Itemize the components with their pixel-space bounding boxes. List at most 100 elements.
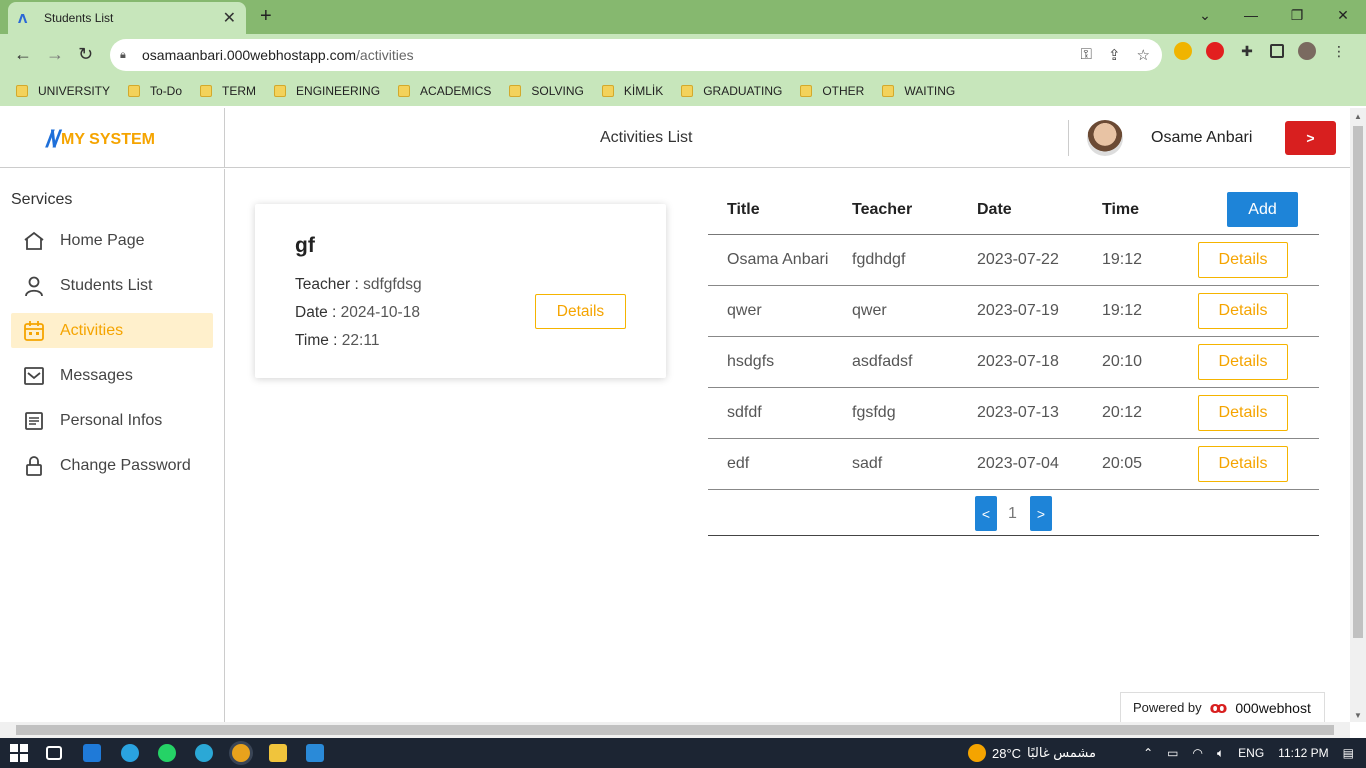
scrollbar-thumb[interactable] — [1353, 126, 1363, 638]
scroll-up-icon[interactable]: ▲ — [1354, 112, 1362, 121]
row-details-button[interactable]: Details — [1198, 242, 1288, 278]
horizontal-scrollbar[interactable] — [0, 722, 1350, 738]
share-icon[interactable]: ⇪ — [1108, 46, 1121, 64]
opera-icon[interactable] — [1206, 42, 1224, 60]
puzzle-icon[interactable]: ✚ — [1238, 42, 1256, 60]
sidebar-item-students[interactable]: Students List — [11, 268, 213, 303]
row-details-button[interactable]: Details — [1198, 293, 1288, 329]
scroll-down-icon[interactable]: ▼ — [1354, 711, 1362, 720]
folder-icon — [601, 85, 614, 97]
next-page-button[interactable]: > — [1030, 496, 1052, 531]
bookmark-folder[interactable]: KİMLİK — [601, 84, 663, 98]
bookmark-folder[interactable]: WAITING — [882, 84, 955, 98]
cell-date: 2023-07-04 — [977, 455, 1059, 472]
bookmark-folder[interactable]: UNIVERSITY — [16, 84, 110, 98]
lock-icon[interactable]: 🔒︎ — [120, 49, 130, 61]
bookmark-star-icon[interactable]: ☆ — [1137, 46, 1150, 64]
edge-icon[interactable] — [195, 744, 213, 762]
close-window-button[interactable]: ✕ — [1320, 0, 1366, 30]
current-page: 1 — [1008, 505, 1017, 522]
folder-icon — [16, 85, 28, 97]
prev-page-button[interactable]: < — [975, 496, 997, 531]
sidebar-item-activities[interactable]: Activities — [11, 313, 213, 348]
minimize-button[interactable]: — — [1228, 0, 1274, 30]
new-tab-button[interactable]: + — [260, 5, 272, 28]
profile-avatar-icon[interactable] — [1298, 42, 1316, 60]
sidebar-item-change-password[interactable]: Change Password — [11, 448, 213, 483]
battery-icon[interactable]: ▭ — [1167, 746, 1178, 760]
table-row: hsdgfs asdfadsf 2023-07-18 20:10 Details — [708, 337, 1319, 388]
bookmark-folder[interactable]: ACADEMICS — [398, 84, 491, 98]
cell-title: edf — [727, 455, 750, 472]
app-logo[interactable]: /\/ MY SYSTEM — [46, 126, 155, 154]
row-details-button[interactable]: Details — [1198, 395, 1288, 431]
menu-icon[interactable]: ⋮ — [1330, 42, 1348, 60]
bookmark-folder[interactable]: TERM — [200, 84, 256, 98]
bookmark-folder[interactable]: GRADUATING — [681, 84, 782, 98]
tab-search-icon[interactable]: ⌄ — [1182, 0, 1228, 30]
logout-button[interactable]: > — [1285, 121, 1336, 155]
task-view-icon[interactable] — [46, 746, 62, 760]
forward-button[interactable]: → — [46, 44, 64, 65]
system-tray: ⌃ ▭ ◠ 🔈︎ ENG 11:12 PM ▤ — [1143, 738, 1354, 768]
sidebar-item-messages[interactable]: Messages — [11, 358, 213, 393]
lock-icon — [23, 455, 45, 477]
whatsapp-icon[interactable] — [158, 744, 176, 762]
tab-title: Students List — [44, 11, 114, 25]
powered-by-badge[interactable]: Powered by ꝏ 000webhost — [1120, 692, 1325, 722]
wifi-icon[interactable]: ◠ — [1192, 746, 1202, 760]
scrollbar-thumb[interactable] — [16, 725, 1334, 735]
cell-teacher: fgdhdgf — [852, 251, 906, 268]
column-header-date: Date — [977, 201, 1012, 218]
card-details-button[interactable]: Details — [535, 294, 626, 329]
bookmark-folder[interactable]: To-Do — [128, 84, 182, 98]
file-explorer-icon[interactable] — [269, 744, 287, 762]
vscode-icon[interactable] — [306, 744, 324, 762]
extension-icon[interactable] — [1174, 42, 1192, 60]
folder-icon — [800, 85, 813, 97]
column-header-teacher: Teacher — [852, 201, 913, 218]
address-bar[interactable]: 🔒︎ osamaanbari.000webhostapp.com /activi… — [110, 39, 1162, 71]
add-button[interactable]: Add — [1227, 192, 1298, 227]
table-header: Title Teacher Date Time Add — [708, 188, 1319, 235]
reload-button[interactable]: ↻ — [78, 44, 93, 65]
windows-start-icon[interactable] — [10, 744, 28, 762]
activities-table: Title Teacher Date Time Add Osama Anbari… — [708, 188, 1319, 536]
powered-by-brand: 000webhost — [1235, 699, 1311, 716]
cell-title: hsdgfs — [727, 353, 775, 370]
telegram-icon[interactable] — [121, 744, 139, 762]
cell-teacher: fgsfdg — [852, 404, 896, 421]
row-details-button[interactable]: Details — [1198, 446, 1288, 482]
language-indicator[interactable]: ENG — [1238, 746, 1264, 760]
mail-app-icon[interactable] — [83, 744, 101, 762]
browser-tab-bar: ᐱ Students List ✕ + ⌄ — ❐ ✕ — [0, 0, 1366, 34]
clock[interactable]: 11:12 PM — [1278, 746, 1328, 760]
bookmark-folder[interactable]: OTHER — [800, 84, 864, 98]
vertical-scrollbar[interactable]: ▲ ▼ — [1350, 108, 1366, 722]
chrome-icon[interactable] — [232, 744, 250, 762]
sidebar-item-home[interactable]: Home Page — [11, 223, 213, 258]
logo-mark-icon: /\/ — [46, 126, 60, 153]
url-host: osamaanbari.000webhostapp.com — [142, 47, 357, 63]
restore-button[interactable]: ❐ — [1274, 0, 1320, 30]
volume-icon[interactable]: 🔈︎ — [1217, 746, 1224, 761]
bookmark-folder[interactable]: ENGINEERING — [274, 84, 380, 98]
key-icon[interactable]: ⚿ — [1081, 46, 1092, 64]
sidebar: Services Home Page Students List Activit… — [0, 169, 225, 722]
cell-teacher: sadf — [852, 455, 883, 472]
close-tab-icon[interactable]: ✕ — [223, 8, 236, 28]
notification-icon[interactable]: ▤ — [1343, 746, 1354, 760]
sidebar-item-personal-infos[interactable]: Personal Infos — [11, 403, 213, 438]
sidepanel-icon[interactable] — [1270, 44, 1284, 58]
cell-time: 20:10 — [1102, 353, 1143, 370]
column-header-title: Title — [727, 201, 760, 218]
back-button[interactable]: ← — [14, 44, 32, 65]
folder-icon — [681, 85, 694, 97]
avatar — [1087, 120, 1123, 156]
row-details-button[interactable]: Details — [1198, 344, 1288, 380]
weather-widget[interactable]: 28°C مشمس غالبًا — [968, 744, 1096, 762]
bookmark-folder[interactable]: SOLVING — [509, 84, 584, 98]
tray-chevron-icon[interactable]: ⌃ — [1143, 746, 1153, 760]
browser-tab[interactable]: ᐱ Students List ✕ — [8, 2, 246, 34]
cell-teacher: asdfadsf — [852, 353, 913, 370]
